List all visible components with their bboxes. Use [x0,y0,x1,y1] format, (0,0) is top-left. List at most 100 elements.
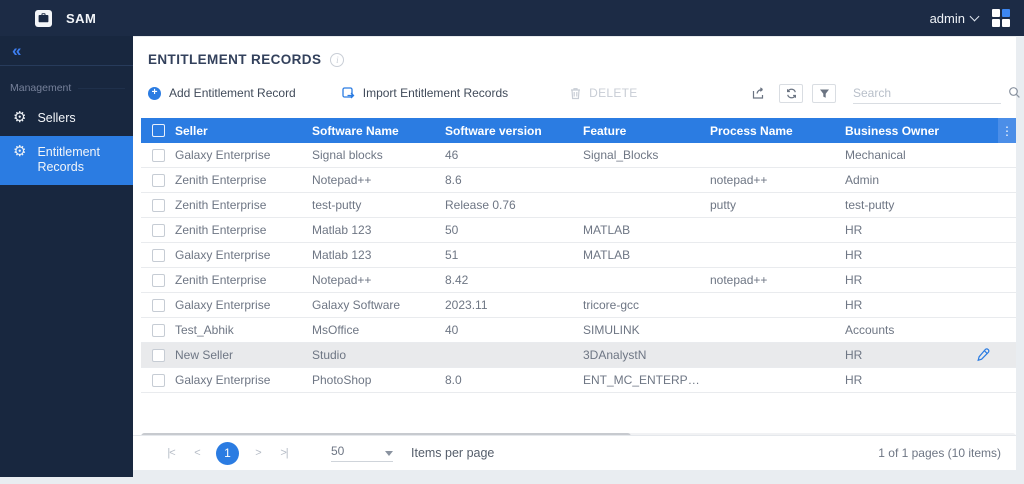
table-empty-space [141,393,1016,433]
filter-icon[interactable] [812,83,836,103]
row-checkbox[interactable] [141,323,175,337]
cell-business_owner: Mechanical [845,148,906,162]
column-header-business-owner[interactable]: Business Owner [845,124,968,138]
row-edit-action[interactable] [968,348,998,362]
cell-business_owner: Admin [845,173,880,187]
add-entitlement-record-button[interactable]: + Add Entitlement Record [148,86,296,100]
cell-business_owner: test-putty [845,198,895,212]
sidebar-item-sellers[interactable]: ⚙ Sellers [0,102,133,136]
column-header-software-version[interactable]: Software version [445,124,583,138]
cell-business_owner: HR [845,223,863,237]
first-page-button[interactable]: |< [158,447,184,459]
cell-software_version: Release 0.76 [445,198,516,212]
row-checkbox[interactable] [141,373,175,387]
table-row[interactable]: Zenith Enterprise Notepad++ 8.42 notepad++ H… [141,268,1016,293]
row-checkbox[interactable] [141,198,175,212]
row-checkbox[interactable] [141,298,175,312]
previous-page-button[interactable]: < [184,447,210,459]
sidebar-item-label: Sellers [37,111,76,125]
cell-feature: ENT_MC_ENTERPRISE_F... [583,373,710,387]
collapse-sidebar-icon[interactable]: « [12,42,21,59]
cell-software_name: Matlab 123 [312,248,372,262]
cell-seller: Test_Abhik [175,323,234,337]
cell-business_owner: Accounts [845,323,895,337]
table-row[interactable]: Test_Abhik MsOffice 40 SIMULINK Accounts [141,318,1016,343]
row-checkbox[interactable] [141,148,175,162]
cell-software_name: Notepad++ [312,273,372,287]
table-row[interactable]: Zenith Enterprise test-putty Release 0.76 p… [141,193,1016,218]
page-title: ENTITLEMENT RECORDS [148,52,322,67]
select-all-checkbox[interactable] [141,124,175,137]
column-menu-dots-icon[interactable]: ⋮ [998,118,1016,143]
import-entitlement-records-button[interactable]: Import Entitlement Records [342,86,508,100]
table-row[interactable]: Galaxy Enterprise PhotoShop 8.0 ENT_MC_ENTE… [141,368,1016,393]
cell-software_version: 50 [445,223,459,237]
add-icon: + [148,86,161,100]
cell-business_owner: HR [845,248,863,262]
last-page-button[interactable]: >| [271,447,297,459]
cell-seller: Galaxy Enterprise [175,148,271,162]
sidebar-section: Management [10,82,125,94]
cell-feature: tricore-gcc [583,298,640,312]
table-row[interactable]: New Seller Studio 3DAnalystN HR [141,343,1016,368]
items-per-page-label: Items per page [411,446,495,460]
top-bar: SAM admin [0,0,1024,36]
user-menu[interactable]: admin [929,10,980,26]
cell-feature: 3DAnalystN [583,348,647,362]
cell-feature: MATLAB [583,223,631,237]
search-input[interactable] [853,85,1008,100]
cell-software_name: Studio [312,348,347,362]
table-body: Galaxy Enterprise Signal blocks 46 Signal_B… [141,143,1016,393]
column-header-software-name[interactable]: Software Name [312,124,445,138]
cell-feature: Signal_Blocks [583,148,659,162]
cell-business_owner: HR [845,373,863,387]
row-checkbox[interactable] [141,273,175,287]
cell-software_name: Notepad++ [312,173,372,187]
cell-software_version: 8.6 [445,173,462,187]
cell-software_version: 51 [445,248,459,262]
table-row[interactable]: Galaxy Enterprise Signal blocks 46 Signal_B… [141,143,1016,168]
cell-software_version: 46 [445,148,459,162]
column-header-seller[interactable]: Seller [175,124,312,138]
table-row[interactable]: Zenith Enterprise Notepad++ 8.6 notepad++ Ad… [141,168,1016,193]
cell-feature: SIMULINK [583,323,640,337]
cell-business_owner: HR [845,298,863,312]
info-icon[interactable]: i [330,52,345,67]
row-checkbox[interactable] [141,223,175,237]
table-row[interactable]: Zenith Enterprise Matlab 123 50 MATLAB HR [141,218,1016,243]
column-header-feature[interactable]: Feature [583,124,710,138]
briefcase-icon [35,9,52,27]
cell-software_version: 8.0 [445,373,462,387]
cell-process_name: putty [710,198,737,212]
current-page-button[interactable]: 1 [216,441,239,465]
cell-software_name: test-putty [312,198,362,212]
entitlement-records-table: Seller Software Name Software version Fe… [141,118,1016,433]
items-per-page-select[interactable]: 50 [331,444,393,462]
delete-button[interactable]: DELETE [570,86,637,100]
row-checkbox[interactable] [141,173,175,187]
sidebar: « Management ⚙ Sellers ⚙ Entitlement Rec… [0,36,133,477]
user-label: admin [929,10,965,26]
cell-software_name: Signal blocks [312,148,383,162]
app-title: SAM [66,10,97,26]
table-row[interactable]: Galaxy Enterprise Galaxy Software 2023.11 t… [141,293,1016,318]
cell-business_owner: HR [845,273,863,287]
column-header-process-name[interactable]: Process Name [710,124,845,138]
table-header: Seller Software Name Software version Fe… [141,118,1016,143]
row-checkbox[interactable] [141,348,175,362]
app-brand: SAM [35,9,97,27]
next-page-button[interactable]: > [245,447,271,459]
table-row[interactable]: Galaxy Enterprise Matlab 123 51 MATLAB HR [141,243,1016,268]
apps-grid-icon[interactable] [992,9,1010,27]
caret-down-icon [385,451,393,456]
row-checkbox[interactable] [141,248,175,262]
refresh-icon[interactable] [779,83,803,103]
cell-process_name: notepad++ [710,173,768,187]
export-icon[interactable] [752,86,767,100]
sidebar-collapse-row: « [0,36,133,66]
cell-software_name: PhotoShop [312,373,372,387]
cell-feature: MATLAB [583,248,631,262]
sidebar-item-entitlement-records[interactable]: ⚙ Entitlement Records [0,135,133,185]
edit-pencil-icon[interactable] [976,348,990,362]
search-icon[interactable] [1008,86,1021,99]
